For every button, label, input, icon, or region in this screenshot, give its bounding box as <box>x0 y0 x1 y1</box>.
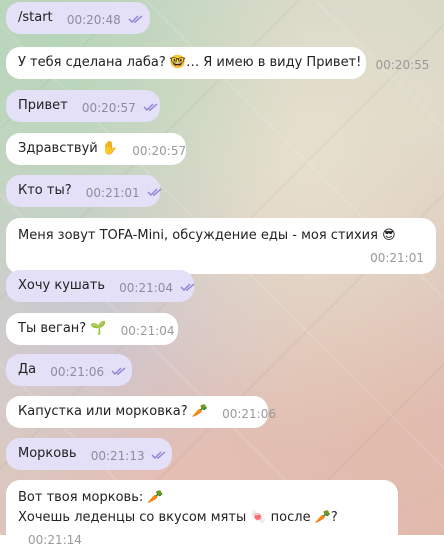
read-double-check-icon <box>180 283 195 291</box>
message-text: Ты веган? 🌱 <box>18 321 107 336</box>
message-text: /start <box>18 10 53 25</box>
message-time: 00:21:06 <box>222 407 276 421</box>
read-double-check-icon <box>143 103 158 111</box>
message-incoming[interactable]: Ты веган? 🌱 00:21:04 <box>6 313 178 345</box>
message-text: Привет <box>18 98 68 113</box>
message-time: 00:20:48 <box>66 13 121 27</box>
message-text: Здравствуй ✋ <box>18 141 119 156</box>
message-incoming[interactable]: Капустка или морковка? 🥕 00:21:06 <box>6 396 276 428</box>
message-text-line: Хочешь леденцы со вкусом мяты 🍬 после 🥕? <box>18 510 338 525</box>
message-text-line: Вот твоя морковь: 🥕 <box>18 490 164 505</box>
message-time: 00:20:55 <box>375 58 430 72</box>
message-time: 00:21:04 <box>120 324 175 338</box>
message-text: У тебя сделана лаба? 🤓… Я имею в виду Пр… <box>18 55 362 70</box>
message-text: Да <box>18 362 37 377</box>
message-time: 00:21:13 <box>90 449 145 463</box>
message-time: 00:21:01 <box>85 186 140 200</box>
message-outgoing[interactable]: Хочу кушать 00:21:04 <box>6 270 196 302</box>
message-text: Кто ты? <box>18 183 72 198</box>
message-time: 00:21:01 <box>370 251 424 265</box>
message-time: 00:20:57 <box>132 144 187 158</box>
read-double-check-icon <box>128 15 143 23</box>
message-text: Меня зовут TOFA-Mini, обсуждение еды - м… <box>18 228 396 243</box>
message-text: Морковь <box>18 446 77 461</box>
message-list[interactable]: /start 00:20:48 У тебя сделана лаба? 🤓… … <box>0 0 444 556</box>
message-time-row: 00:21:04 <box>119 281 196 295</box>
message-outgoing[interactable]: /start 00:20:48 <box>6 2 150 34</box>
message-outgoing[interactable]: Морковь 00:21:13 <box>6 438 172 470</box>
message-incoming[interactable]: Вот твоя морковь: 🥕 Хочешь леденцы со вк… <box>6 480 398 556</box>
message-time: 00:21:14 <box>28 533 82 547</box>
message-incoming[interactable]: У тебя сделана лаба? 🤓… Я имею в виду Пр… <box>6 47 429 79</box>
message-outgoing[interactable]: Привет 00:20:57 <box>6 90 160 122</box>
message-time-row: 00:20:57 <box>82 101 159 115</box>
message-time-row: 00:20:48 <box>67 13 144 27</box>
message-outgoing[interactable]: Кто ты? 00:21:01 <box>6 175 163 207</box>
message-incoming[interactable]: Меня зовут TOFA-Mini, обсуждение еды - м… <box>6 218 436 274</box>
message-time: 00:21:04 <box>119 281 174 295</box>
message-incoming[interactable]: Здравствуй ✋ 00:20:57 <box>6 133 186 165</box>
read-double-check-icon <box>147 188 161 196</box>
message-time: 00:20:57 <box>81 101 136 115</box>
message-text: Хочу кушать <box>18 278 106 293</box>
message-time-row: 00:21:01 <box>86 186 163 200</box>
message-time-row: 00:21:13 <box>91 449 168 463</box>
read-double-check-icon <box>111 367 126 375</box>
message-time-row: 00:21:06 <box>50 365 127 379</box>
read-double-check-icon <box>151 451 166 459</box>
message-outgoing[interactable]: Да 00:21:06 <box>6 354 132 386</box>
message-text: Капустка или морковка? 🥕 <box>18 404 208 419</box>
message-time: 00:21:06 <box>50 365 105 379</box>
